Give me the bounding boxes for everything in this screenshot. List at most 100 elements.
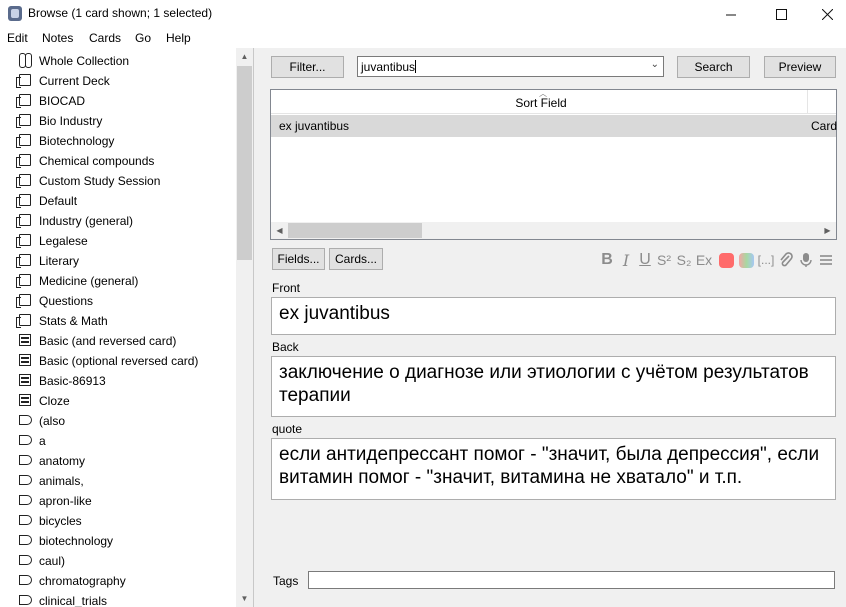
sidebar-item-label: Questions (39, 294, 94, 308)
sort-asc-icon: ︿ (539, 89, 547, 98)
sidebar-item[interactable]: Basic-86913 (0, 370, 236, 390)
filter-button[interactable]: Filter... (271, 56, 344, 78)
tag-icon (19, 495, 32, 505)
sidebar-item[interactable]: Literary (0, 250, 236, 270)
menu-edit[interactable]: Edit (7, 31, 28, 45)
deck-icon (16, 74, 31, 88)
deck-icon (16, 254, 31, 268)
subscript-icon[interactable]: S₂ (675, 250, 693, 270)
cards-button[interactable]: Cards... (329, 248, 383, 270)
sidebar-item-label: Whole Collection (39, 54, 130, 68)
clear-format-icon[interactable]: Ex (695, 250, 713, 270)
sidebar-item-label: BIOCAD (39, 94, 86, 108)
sidebar-item-label: Literary (39, 254, 80, 268)
sidebar-item-label: Basic-86913 (39, 374, 106, 388)
search-button[interactable]: Search (677, 56, 750, 78)
sidebar-item-label: Bio Industry (39, 114, 103, 128)
menu-notes[interactable]: Notes (42, 31, 73, 45)
superscript-icon[interactable]: S² (655, 250, 673, 270)
sidebar-scrollbar[interactable]: ▲ ▼ (236, 48, 253, 607)
window-title: Browse (1 card shown; 1 selected) (28, 6, 213, 20)
sidebar-item-label: Medicine (general) (39, 274, 139, 288)
sidebar-item[interactable]: Biotechnology (0, 130, 236, 150)
sidebar-item[interactable]: biotechnology (0, 530, 236, 550)
sidebar-item[interactable]: Stats & Math (0, 310, 236, 330)
tag-icon (19, 535, 32, 545)
table-hscrollbar[interactable]: ◀ ▶ (271, 222, 836, 239)
sidebar-item[interactable]: Cloze (0, 390, 236, 410)
highlight-color-icon[interactable] (737, 250, 755, 270)
menu-cards[interactable]: Cards (89, 31, 121, 45)
menu-help[interactable]: Help (166, 31, 191, 45)
tags-label: Tags (273, 574, 299, 588)
minimize-button[interactable] (708, 0, 754, 28)
italic-icon[interactable]: I (617, 250, 635, 270)
sidebar-item-label: Biotechnology (39, 134, 115, 148)
note-type-icon (19, 374, 31, 386)
attach-icon[interactable] (777, 250, 795, 270)
text-color-icon[interactable] (717, 250, 735, 270)
sidebar-item[interactable]: Chemical compounds (0, 150, 236, 170)
sidebar-item[interactable]: bicycles (0, 510, 236, 530)
sidebar-item[interactable]: Basic (optional reversed card) (0, 350, 236, 370)
menu-go[interactable]: Go (135, 31, 151, 45)
column-header-sort-field[interactable]: ︿ Sort Field (275, 89, 808, 114)
sidebar-item[interactable]: apron-like (0, 490, 236, 510)
scroll-left-icon[interactable]: ◀ (271, 222, 288, 239)
sidebar-item[interactable]: Legalese (0, 230, 236, 250)
close-button[interactable] (804, 0, 846, 28)
search-input[interactable]: juvantibus ⌄ (357, 56, 664, 77)
tag-icon (19, 435, 32, 445)
sidebar-item[interactable]: caul) (0, 550, 236, 570)
sidebar-item[interactable]: Current Deck (0, 70, 236, 90)
sidebar-item-label: Legalese (39, 234, 88, 248)
sidebar-item[interactable]: a (0, 430, 236, 450)
tag-icon (19, 575, 32, 585)
sidebar-item[interactable]: Industry (general) (0, 210, 236, 230)
tag-icon (19, 555, 32, 565)
underline-icon[interactable]: U (636, 250, 654, 270)
sidebar-item[interactable]: Default (0, 190, 236, 210)
sidebar-item[interactable]: Whole Collection (0, 50, 236, 70)
more-options-icon[interactable] (817, 250, 835, 270)
table-cell-sort-field: ex juvantibus (279, 119, 350, 133)
sidebar-item[interactable]: Basic (and reversed card) (0, 330, 236, 350)
sidebar-item[interactable]: Custom Study Session (0, 170, 236, 190)
microphone-icon[interactable] (797, 250, 815, 270)
sidebar-item[interactable]: clinical_trials (0, 590, 236, 607)
sidebar-item[interactable]: anatomy (0, 450, 236, 470)
maximize-button[interactable] (758, 0, 804, 28)
sidebar-item[interactable]: Bio Industry (0, 110, 236, 130)
anki-app-icon (8, 6, 22, 21)
sidebar-item[interactable]: (also (0, 410, 236, 430)
scroll-up-icon[interactable]: ▲ (236, 48, 253, 65)
scroll-right-icon[interactable]: ▶ (819, 222, 836, 239)
sidebar-item-label: a (39, 434, 46, 448)
sidebar-scroll-thumb[interactable] (237, 66, 252, 260)
chevron-down-icon[interactable]: ⌄ (651, 59, 659, 70)
field-editor-quote[interactable]: если антидепрессант помог - "значит, был… (271, 438, 836, 500)
bold-icon[interactable]: B (598, 250, 616, 270)
sidebar-item-label: Industry (general) (39, 214, 134, 228)
sidebar-item-label: Cloze (39, 394, 70, 408)
sidebar-item[interactable]: Medicine (general) (0, 270, 236, 290)
field-editor-front[interactable]: ex juvantibus (271, 297, 836, 335)
field-editor-back[interactable]: заключение о диагнозе или этиологии с уч… (271, 356, 836, 417)
sidebar-item[interactable]: BIOCAD (0, 90, 236, 110)
preview-button[interactable]: Preview (764, 56, 836, 78)
scroll-down-icon[interactable]: ▼ (236, 590, 253, 607)
cloze-icon[interactable]: [...] (757, 250, 775, 270)
sidebar-item-label: apron-like (39, 494, 92, 508)
fields-button[interactable]: Fields... (272, 248, 325, 270)
table-hscroll-thumb[interactable] (288, 223, 422, 238)
sidebar-item[interactable]: chromatography (0, 570, 236, 590)
tags-input[interactable] (308, 571, 835, 589)
menu-bar: Edit Notes Cards Go Help (0, 28, 846, 48)
table-cell-card: Card (811, 119, 838, 133)
sidebar-item-label: Custom Study Session (39, 174, 161, 188)
table-row[interactable]: ex juvantibus Card (271, 115, 838, 137)
field-label-quote: quote (272, 422, 303, 436)
sidebar-item[interactable]: animals, (0, 470, 236, 490)
sidebar-item[interactable]: Questions (0, 290, 236, 310)
deck-icon (16, 174, 31, 188)
